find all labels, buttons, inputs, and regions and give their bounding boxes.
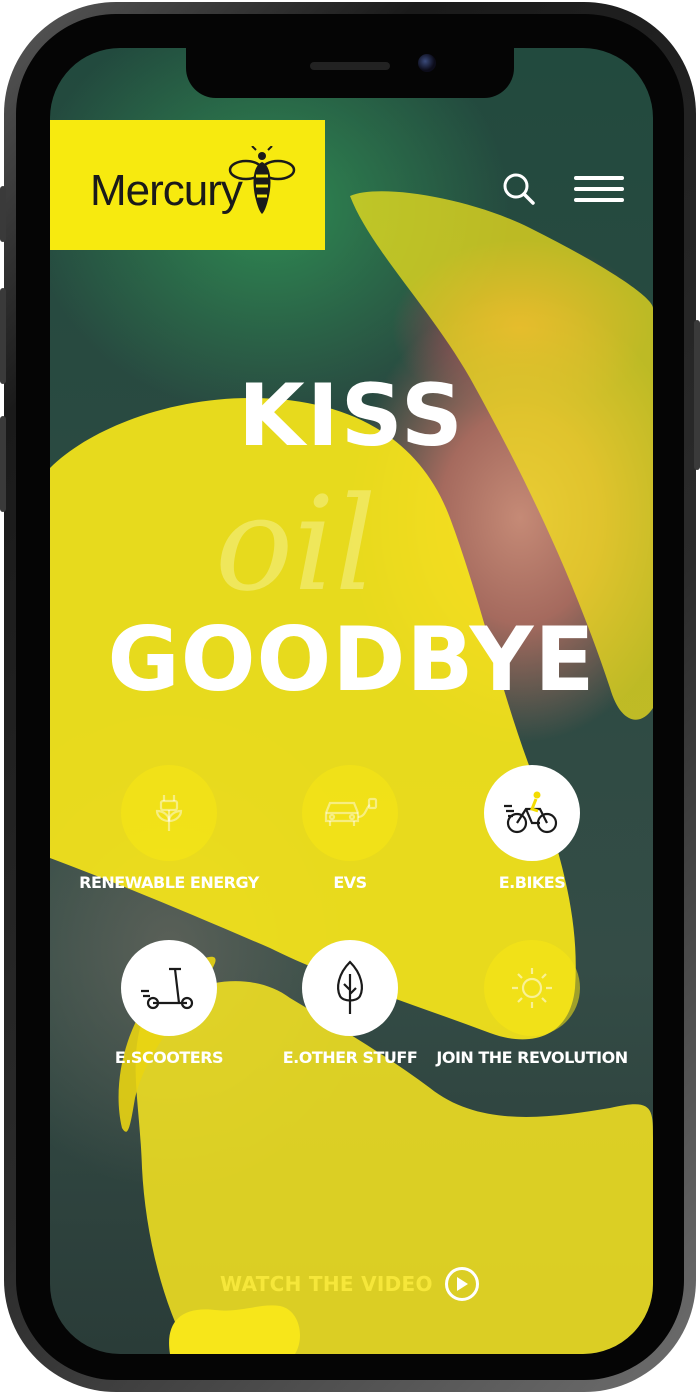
side-button-mute bbox=[0, 186, 6, 242]
category-escooters[interactable]: E.SCOOTERS bbox=[69, 940, 269, 1080]
search-icon bbox=[503, 173, 535, 205]
hero-headline-kiss: KISS bbox=[238, 366, 465, 466]
car-charger-icon bbox=[324, 797, 378, 826]
category-label: EVS bbox=[333, 873, 367, 892]
plug-plant-icon bbox=[155, 795, 183, 831]
side-button-power bbox=[694, 320, 700, 470]
category-label: E.BIKES bbox=[498, 873, 566, 892]
category-join-the-revolution[interactable]: JOIN THE REVOLUTION bbox=[432, 940, 632, 1080]
category-label: RENEWABLE ENERGY bbox=[79, 873, 259, 892]
paint-blob-bottom bbox=[169, 1305, 300, 1354]
category-circle bbox=[302, 940, 398, 1036]
watch-video-label: WATCH THE VIDEO bbox=[220, 1272, 433, 1296]
tree-icon bbox=[337, 960, 363, 1014]
search-button[interactable] bbox=[502, 172, 536, 206]
menu-button[interactable] bbox=[574, 174, 624, 204]
category-renewable-energy[interactable]: RENEWABLE ENERGY bbox=[69, 765, 269, 905]
hero-headline-goodbye: GOODBYE bbox=[107, 608, 596, 711]
category-label: E.OTHER STUFF bbox=[282, 1048, 418, 1067]
play-icon bbox=[444, 1267, 479, 1301]
category-label: JOIN THE REVOLUTION bbox=[436, 1048, 628, 1067]
phone-camera bbox=[418, 54, 436, 72]
bee-logo-icon bbox=[228, 146, 296, 214]
side-button-volume-up bbox=[0, 288, 6, 384]
sun-icon bbox=[512, 968, 552, 1008]
hamburger-menu-icon bbox=[574, 176, 624, 202]
category-circle bbox=[484, 765, 580, 861]
ebike-icon bbox=[504, 791, 558, 834]
brand-logo-text: Mercury bbox=[90, 166, 243, 215]
category-eother-stuff[interactable]: E.OTHER STUFF bbox=[250, 940, 450, 1080]
watch-video-button[interactable]: WATCH THE VIDEO bbox=[220, 1264, 479, 1304]
category-circle bbox=[302, 765, 398, 861]
screen: Mercury KISS oil GOODBYE RENEWABLE ENERG… bbox=[50, 48, 653, 1354]
phone-notch bbox=[186, 48, 514, 98]
category-circle bbox=[484, 940, 580, 1036]
category-ebikes[interactable]: E.BIKES bbox=[432, 765, 632, 905]
logo-box[interactable]: Mercury bbox=[50, 120, 325, 250]
category-circle bbox=[121, 940, 217, 1036]
phone-speaker bbox=[310, 62, 390, 70]
hero-script-oil: oil bbox=[215, 468, 377, 620]
category-circle bbox=[121, 765, 217, 861]
scooter-icon bbox=[141, 967, 194, 1010]
category-evs[interactable]: EVS bbox=[250, 765, 450, 905]
side-button-volume-down bbox=[0, 416, 6, 512]
category-label: E.SCOOTERS bbox=[114, 1048, 224, 1067]
